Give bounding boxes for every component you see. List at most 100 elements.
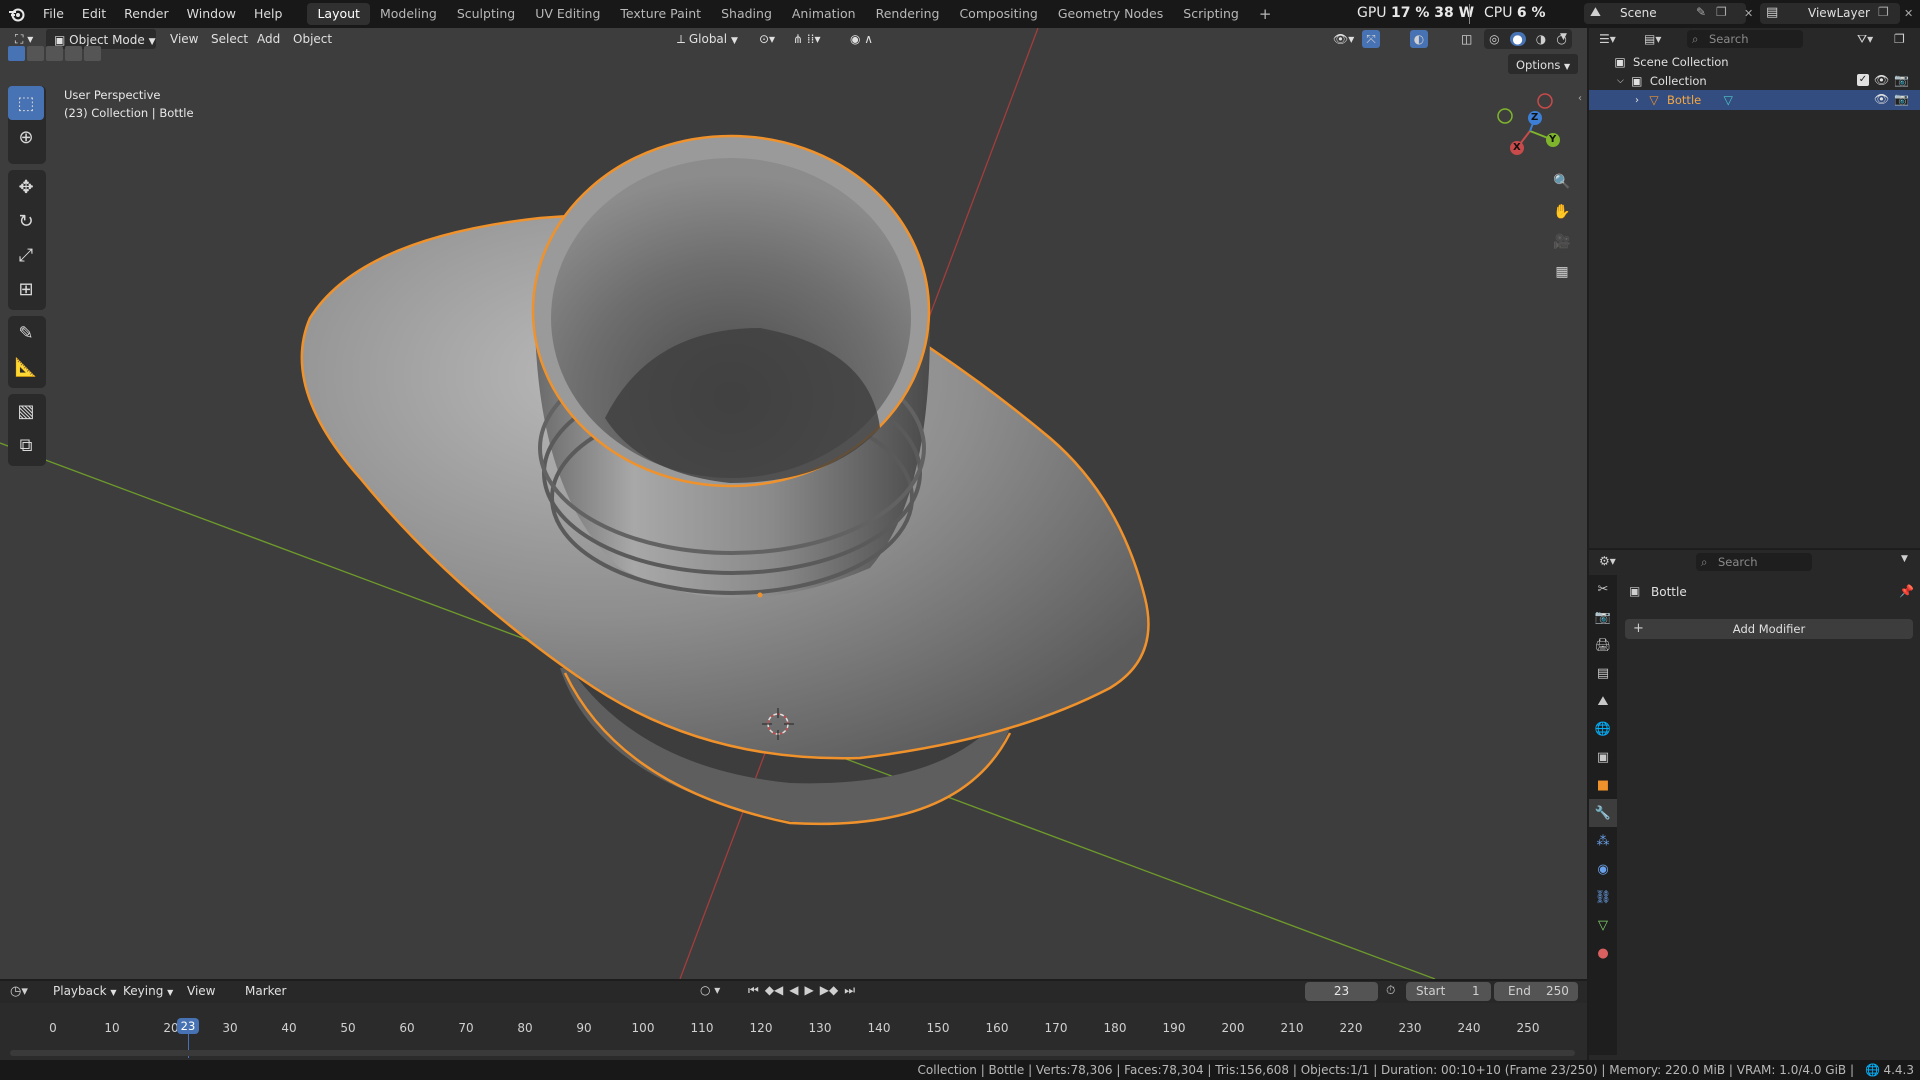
output-tab-icon[interactable]: 🖨 [1589, 631, 1617, 659]
pan-hand-icon[interactable]: ✋ [1550, 200, 1574, 224]
tab-layout[interactable]: Layout [307, 3, 370, 25]
properties-editor-icon[interactable]: ⚙▾ [1599, 554, 1616, 568]
overlay-toggle-icon[interactable]: ◐ [1410, 30, 1428, 48]
new-collection-icon[interactable]: ❐ [1894, 32, 1905, 46]
camera-icon[interactable]: 📷 [1894, 92, 1909, 106]
move-tool-icon[interactable]: ✥ [8, 170, 44, 204]
add-object-tool-icon[interactable]: ⧉ [8, 428, 44, 462]
tree-item-bottle[interactable]: › ▽ Bottle ▽ 👁 📷 [1589, 90, 1920, 110]
tab-shading[interactable]: Shading [711, 3, 782, 25]
menu-window[interactable]: Window [178, 0, 245, 28]
camera-view-icon[interactable]: 🎥 [1550, 230, 1574, 254]
solid-shading-icon[interactable]: ● [1509, 32, 1526, 46]
data-tab-icon[interactable]: ▽ [1589, 911, 1617, 939]
timeline-scrollbar[interactable] [10, 1050, 1575, 1056]
display-mode-icon[interactable]: ▤▾ [1644, 32, 1661, 46]
tab-uv-editing[interactable]: UV Editing [525, 3, 610, 25]
transform-tool-icon[interactable]: ⊞ [8, 272, 44, 306]
filter-icon[interactable]: ⛛▾ [1857, 32, 1873, 47]
timeline-ruler[interactable]: 0 10 20 30 40 50 60 70 80 90 100 110 120 130 140 150 160… [0, 1003, 1587, 1060]
outliner-editor-icon[interactable]: ☰▾ [1599, 32, 1616, 46]
menu-render[interactable]: Render [115, 0, 178, 28]
select-box-icon[interactable] [8, 46, 25, 61]
pin-icon[interactable]: 📌 [1899, 584, 1914, 598]
view-layer-selector[interactable]: ▤ ViewLayer ❐ [1760, 3, 1900, 24]
viewport-menu-view[interactable]: View [163, 29, 205, 49]
viewport-menu-select[interactable]: Select [204, 29, 255, 49]
blender-logo-icon[interactable] [0, 0, 34, 28]
select-subtract-icon[interactable] [46, 46, 63, 61]
tree-item-scene-collection[interactable]: ▣ Scene Collection [1589, 52, 1920, 72]
timeline-menu-view[interactable]: View [180, 981, 222, 1001]
scene-tab-icon[interactable]: ⛰ [1589, 687, 1617, 715]
collection-tab-icon[interactable]: ▣ [1589, 743, 1617, 771]
timeline-editor-icon[interactable]: ◷▾ [10, 984, 28, 999]
object-tab-icon[interactable]: ■ [1589, 771, 1617, 799]
new-scene-icon[interactable]: ❐ [1716, 5, 1727, 19]
material-tab-icon[interactable]: ● [1589, 939, 1617, 967]
timeline-menu-marker[interactable]: Marker [238, 981, 293, 1001]
current-frame-field[interactable]: 23 [1305, 982, 1378, 1001]
options-dropdown[interactable]: Options ▼ [1508, 54, 1579, 74]
annotate-tool-icon[interactable]: ✎ [8, 316, 44, 350]
navigation-gizmo[interactable]: X Y Z [1490, 88, 1580, 178]
select-box-tool-icon[interactable]: ⬚ [8, 86, 44, 120]
tree-item-collection[interactable]: ⌵ ▣ Collection ✓ 👁 📷 [1589, 71, 1920, 91]
start-frame-field[interactable]: Start 1 [1406, 982, 1491, 1001]
tab-scripting[interactable]: Scripting [1173, 3, 1249, 25]
scene-selector[interactable]: ⛰ Scene ✎ ❐ [1584, 3, 1746, 24]
jump-start-icon[interactable]: ⏮ [748, 983, 759, 998]
pin-icon[interactable]: ✎ [1696, 5, 1706, 19]
sidebar-toggle-icon[interactable]: ‹ [1578, 93, 1582, 104]
xray-icon[interactable]: ◫ [1454, 29, 1479, 49]
proportional-edit-icon[interactable]: ◉ ∧ [843, 29, 880, 49]
delete-view-layer-icon[interactable]: ✕ [1904, 7, 1913, 20]
menu-file[interactable]: File [34, 0, 73, 28]
scale-tool-icon[interactable]: ⤢ [8, 238, 44, 272]
delete-scene-icon[interactable]: ✕ [1744, 7, 1753, 20]
perspective-grid-icon[interactable]: ▦ [1550, 260, 1574, 284]
exclude-checkbox[interactable]: ✓ [1857, 74, 1869, 86]
tab-modeling[interactable]: Modeling [370, 3, 447, 25]
render-tab-icon[interactable]: 📷 [1589, 603, 1617, 631]
particles-tab-icon[interactable]: ⁂ [1589, 827, 1617, 855]
tool-tab-icon[interactable]: ✂ [1589, 575, 1617, 603]
timeline-menu-playback[interactable]: Playback ▼ [46, 981, 124, 1001]
play-icon[interactable]: ▶ [805, 983, 814, 998]
tab-compositing[interactable]: Compositing [949, 3, 1047, 25]
pivot-point-icon[interactable]: ⊙▾ [752, 29, 782, 49]
wireframe-shading-icon[interactable]: ◎ [1489, 32, 1499, 46]
timeline-menu-keying[interactable]: Keying ▼ [116, 981, 180, 1001]
end-frame-field[interactable]: End 250 [1494, 982, 1578, 1001]
eye-icon[interactable]: 👁 [1874, 73, 1889, 87]
3d-viewport[interactable]: ⛶ ▾ ▣ Object Mode ▼ View Select Add Obje… [0, 28, 1587, 979]
tab-texture-paint[interactable]: Texture Paint [610, 3, 711, 25]
next-keyframe-icon[interactable]: ▶◆ [820, 983, 838, 998]
physics-tab-icon[interactable]: ◉ [1589, 855, 1617, 883]
jump-end-icon[interactable]: ⏭ [844, 983, 855, 998]
camera-icon[interactable]: 📷 [1894, 73, 1909, 87]
tab-animation[interactable]: Animation [782, 3, 866, 25]
eye-icon[interactable]: 👁 [1874, 92, 1889, 106]
snap-icon[interactable]: ⋔ ⁞⁞▾ [786, 29, 828, 49]
material-shading-icon[interactable]: ◑ [1536, 32, 1546, 46]
viewport-menu-add[interactable]: Add [250, 29, 287, 49]
prev-keyframe-icon[interactable]: ◆◀ [765, 983, 783, 998]
zoom-icon[interactable]: 🔍 [1550, 170, 1574, 194]
new-view-layer-icon[interactable]: ❐ [1878, 5, 1889, 19]
gizmo-toggle-icon[interactable]: ⤧ [1362, 30, 1380, 48]
menu-edit[interactable]: Edit [73, 0, 115, 28]
playhead[interactable]: 23 [177, 1018, 199, 1034]
view-layer-tab-icon[interactable]: ▤ [1589, 659, 1617, 687]
select-extend-icon[interactable] [27, 46, 44, 61]
tab-sculpting[interactable]: Sculpting [447, 3, 525, 25]
outliner-search-input[interactable]: ⌕ Search [1687, 30, 1803, 48]
modifier-tab-icon[interactable]: 🔧 [1589, 799, 1617, 827]
chevron-down-icon[interactable]: ▼ [1560, 32, 1567, 42]
expand-chevron-icon[interactable]: › [1635, 95, 1639, 106]
auto-keying-icon[interactable]: ○ ▾ [700, 983, 720, 997]
measure-tool-icon[interactable]: 📐 [8, 350, 44, 384]
add-workspace-button[interactable]: + [1249, 3, 1282, 25]
transform-orientation-dropdown[interactable]: ⟂ Global ▼ [670, 29, 745, 49]
tab-geometry-nodes[interactable]: Geometry Nodes [1048, 3, 1173, 25]
